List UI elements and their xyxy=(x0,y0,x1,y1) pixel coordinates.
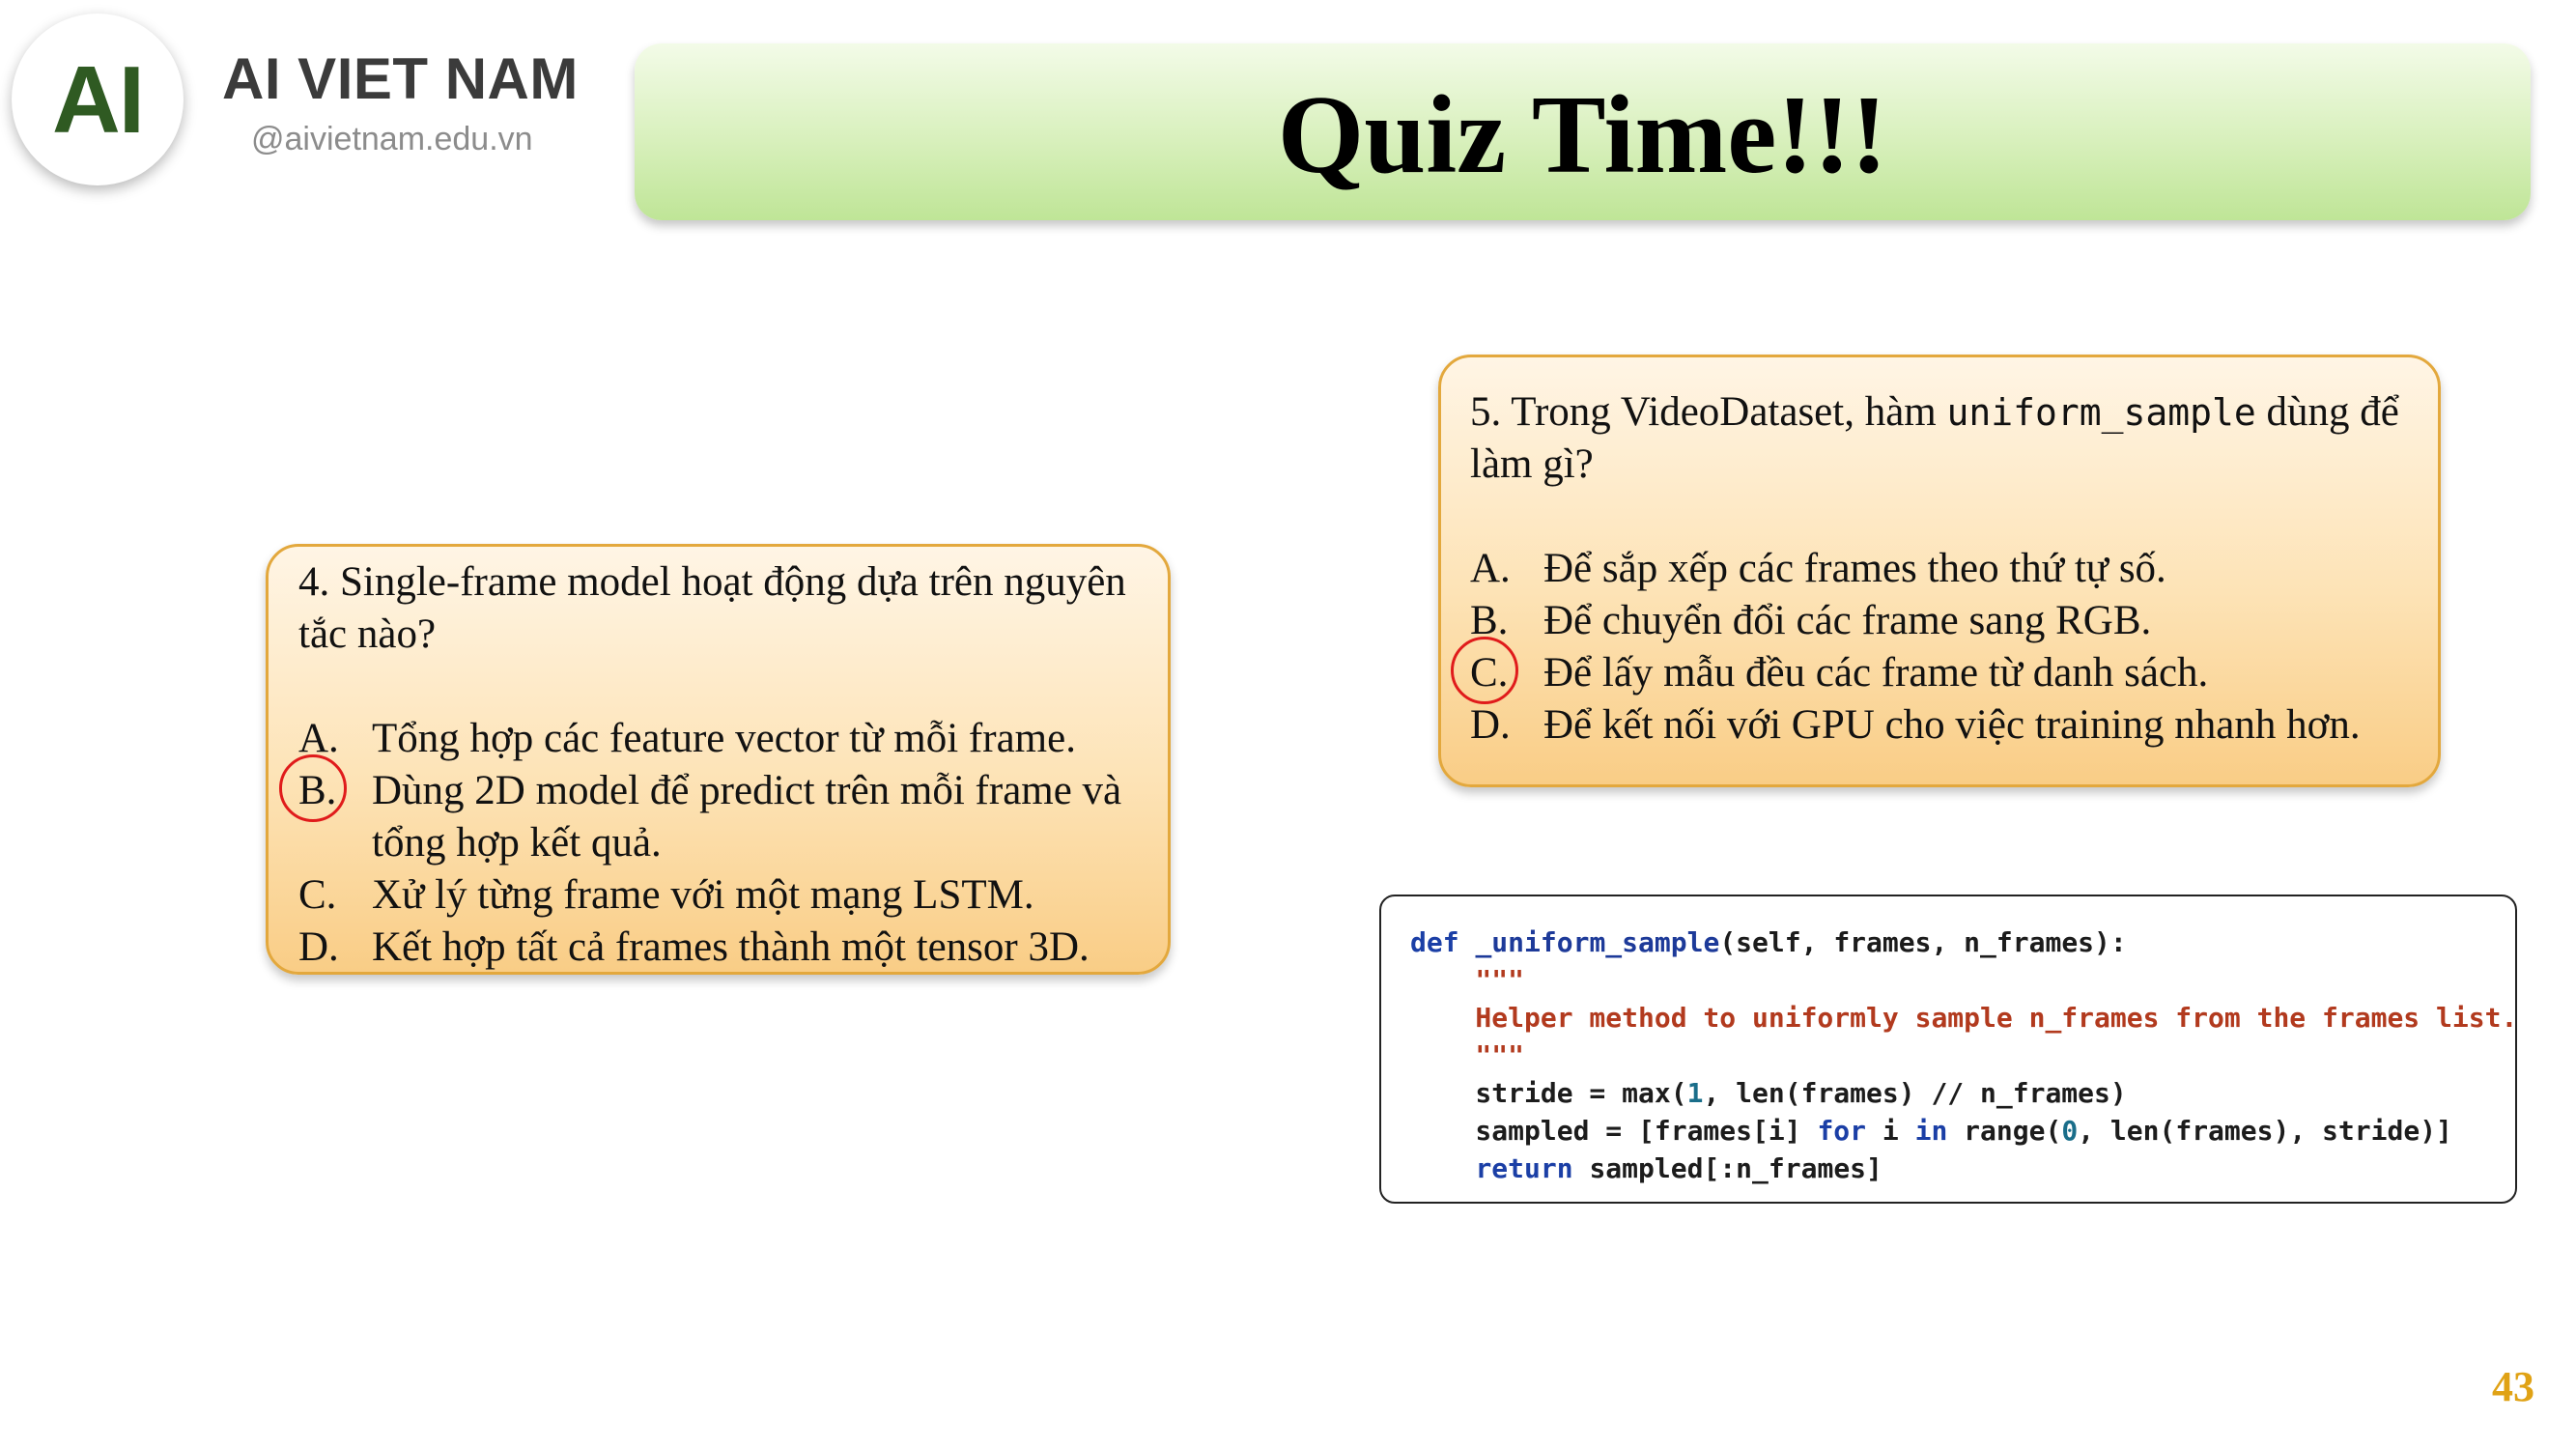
option-letter: D. xyxy=(1470,702,1511,748)
quiz-5-option-a: A. Để sắp xếp các frames theo thứ tự số. xyxy=(1470,543,2413,595)
quiz-5-option-c: C. Để lấy mẫu đều các frame từ danh sách… xyxy=(1451,637,2413,704)
quiz-4-option-b: B. Dùng 2D model để predict trên mỗi fra… xyxy=(279,754,1143,869)
quiz-5-option-d: D. Để kết nối với GPU cho việc training … xyxy=(1470,699,2413,752)
code-keyword: in xyxy=(1914,1115,1948,1147)
quiz-question-5-box: 5. Trong VideoDataset, hàm uniform_sampl… xyxy=(1438,355,2441,787)
option-text: Kết hợp tất cả frames thành một tensor 3… xyxy=(372,924,1090,970)
slide-title: Quiz Time!!! xyxy=(1277,72,1888,196)
logo-badge: AI xyxy=(12,14,184,185)
code-text: stride = max( xyxy=(1410,1077,1687,1109)
option-text: Để sắp xếp các frames theo thứ tự số. xyxy=(1543,546,2166,591)
quiz-question-5-text: 5. Trong VideoDataset, hàm uniform_sampl… xyxy=(1470,386,2413,491)
quiz-question-4-text: 4. Single-frame model hoạt động dựa trên… xyxy=(298,559,1126,657)
quiz-4-option-a: A. Tổng hợp các feature vector từ mỗi fr… xyxy=(298,713,1143,765)
page-number: 43 xyxy=(2492,1363,2534,1410)
code-keyword: return xyxy=(1475,1152,1573,1184)
code-text: range( xyxy=(1947,1115,2062,1147)
option-text: Để kết nối với GPU cho việc training nha… xyxy=(1543,702,2361,748)
code-line-3: Helper method to uniformly sample n_fram… xyxy=(1410,1002,2518,1034)
selected-answer-circle-icon xyxy=(279,754,347,822)
brand-block: AI VIET NAM @aivietnam.edu.vn xyxy=(222,48,579,158)
question-prefix: 5. Trong VideoDataset, hàm xyxy=(1470,389,1947,435)
option-text: Để chuyển đổi các frame sang RGB. xyxy=(1543,598,2152,643)
logo-mark: AI xyxy=(52,46,145,153)
code-line-7: return sampled[:n_frames] xyxy=(1410,1150,2515,1187)
code-keyword: def xyxy=(1410,926,1459,958)
code-number: 0 xyxy=(2061,1115,2079,1147)
option-text: Xử lý từng frame với một mạng LSTM. xyxy=(372,872,1034,918)
selected-answer-circle-icon xyxy=(1451,637,1518,704)
question-code-term: uniform_sample xyxy=(1946,391,2256,434)
option-letter-wrap: B. xyxy=(279,754,372,869)
quiz-5-option-b: B. Để chuyển đổi các frame sang RGB. xyxy=(1470,595,2413,647)
code-line-6: sampled = [frames[i] for i in range(0, l… xyxy=(1410,1112,2515,1150)
code-snippet: def _uniform_sample(self, frames, n_fram… xyxy=(1379,895,2517,1204)
option-text: Để lấy mẫu đều các frame từ danh sách. xyxy=(1543,650,2209,696)
code-line-5: stride = max(1, len(frames) // n_frames) xyxy=(1410,1074,2515,1112)
code-text: i xyxy=(1866,1115,1915,1147)
code-text: sampled[:n_frames] xyxy=(1572,1152,1882,1184)
option-letter: D. xyxy=(298,924,339,970)
quiz-4-option-d: D. Kết hợp tất cả frames thành một tenso… xyxy=(298,922,1143,974)
quiz-question-4-box: 4. Single-frame model hoạt động dựa trên… xyxy=(266,544,1171,975)
quiz-4-option-c: C. Xử lý từng frame với một mạng LSTM. xyxy=(298,869,1143,922)
brand-name: AI VIET NAM xyxy=(222,46,579,111)
title-banner: Quiz Time!!! xyxy=(635,43,2531,220)
option-text: Tổng hợp các feature vector từ mỗi frame… xyxy=(372,716,1076,761)
option-text: Dùng 2D model để predict trên mỗi frame … xyxy=(372,768,1122,866)
code-keyword: for xyxy=(1817,1115,1867,1147)
brand-website: @aivietnam.edu.vn xyxy=(251,121,533,157)
code-text: sampled = [frames[i] xyxy=(1410,1115,1818,1147)
code-line-4: """ xyxy=(1410,1039,1525,1071)
option-letter: A. xyxy=(1470,546,1511,591)
option-letter-wrap: C. xyxy=(1451,637,1543,704)
code-text: , len(frames), stride)] xyxy=(2078,1115,2452,1147)
code-line-2: """ xyxy=(1410,964,1525,996)
code-line-1: def _uniform_sample(self, frames, n_fram… xyxy=(1410,923,2515,961)
code-text: (self, frames, n_frames): xyxy=(1719,926,2127,958)
option-letter: C. xyxy=(298,872,337,918)
code-number: 1 xyxy=(1686,1077,1704,1109)
code-function-name: _uniform_sample xyxy=(1475,926,1720,958)
code-text: , len(frames) // n_frames) xyxy=(1703,1077,2127,1109)
